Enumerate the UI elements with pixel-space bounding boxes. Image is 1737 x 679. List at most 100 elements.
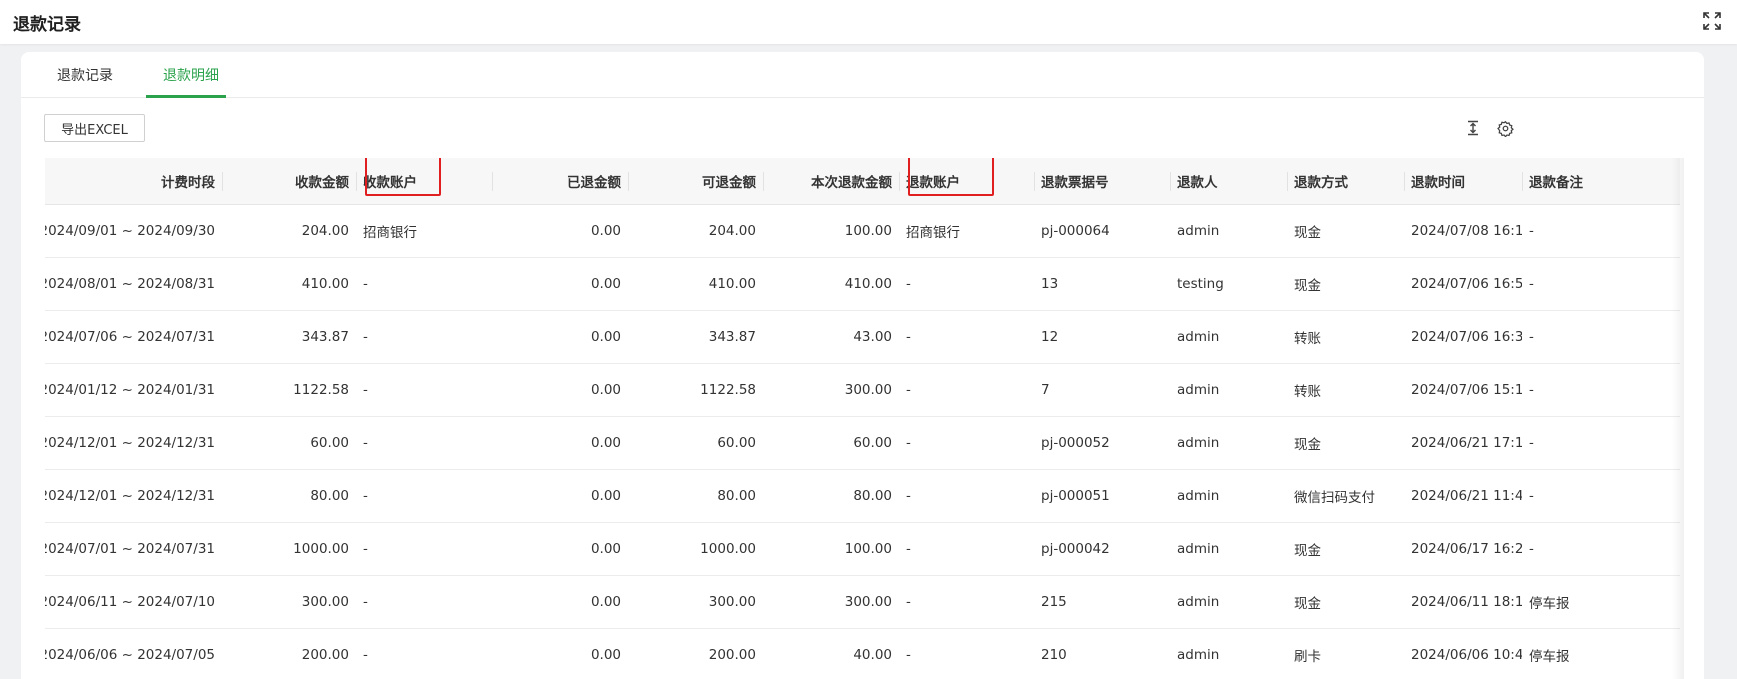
page-header: 退款记录 bbox=[0, 0, 1737, 44]
refunder-cell: admin bbox=[1177, 647, 1220, 663]
export-excel-button[interactable]: 导出EXCEL bbox=[44, 114, 145, 142]
refund-remark-cell: 停车报 bbox=[1529, 596, 1570, 612]
refundable-amount-cell: 204.00 bbox=[708, 223, 756, 239]
refund-remark-cell: - bbox=[1529, 382, 1534, 398]
refund-method-cell: 转账 bbox=[1294, 384, 1321, 400]
refund-remark-cell: - bbox=[1529, 223, 1534, 239]
received-amount-cell: 80.00 bbox=[310, 488, 349, 504]
refund-receipt-no-cell: pj-000052 bbox=[1041, 435, 1110, 451]
table-row[interactable]: 2024/12/01 ~ 2024/12/31 60.00-0.00 60.00 60… bbox=[45, 417, 1680, 470]
col-current-refund-header[interactable]: 本次退款金额 bbox=[763, 158, 899, 204]
table-row[interactable]: 2024/06/06 ~ 2024/07/05 200.00-0.00 200.00… bbox=[45, 629, 1680, 679]
table-row[interactable]: 2024/12/01 ~ 2024/12/31 80.00-0.00 80.00 80… bbox=[45, 470, 1680, 523]
billing-period-cell: 2024/01/12 ~ 2024/01/31 bbox=[45, 382, 215, 398]
table-row[interactable]: 2024/06/11 ~ 2024/07/10 300.00-0.00 300.00… bbox=[45, 576, 1680, 629]
refund-account-cell: - bbox=[906, 541, 911, 557]
refund-account-cell: - bbox=[906, 382, 911, 398]
tab-refund-records[interactable]: 退款记录 bbox=[57, 65, 113, 85]
refund-method-cell: 现金 bbox=[1294, 543, 1321, 559]
refund-method-cell: 转账 bbox=[1294, 331, 1321, 347]
refunded-amount-cell: 0.00 bbox=[590, 329, 621, 345]
col-refunder-header[interactable]: 退款人 bbox=[1170, 158, 1287, 204]
col-refund-time-header[interactable]: 退款时间 bbox=[1404, 158, 1522, 204]
col-receiving-account-header[interactable]: 收款账户 bbox=[356, 158, 492, 204]
refund-account-cell: - bbox=[906, 594, 911, 610]
refundable-amount-cell: 343.87 bbox=[708, 329, 756, 345]
refunded-amount-cell: 0.00 bbox=[590, 382, 621, 398]
tab-bar: 退款记录 退款明细 bbox=[21, 52, 1704, 98]
billing-period-cell: 2024/06/06 ~ 2024/07/05 bbox=[45, 647, 215, 663]
col-billing-period-header[interactable]: 计费时段 bbox=[45, 158, 222, 204]
refund-receipt-no-cell: pj-000051 bbox=[1041, 488, 1110, 504]
table-row[interactable]: 2024/07/01 ~ 2024/07/31 1000.00-0.00 1000.… bbox=[45, 523, 1680, 576]
table-row[interactable]: 2024/07/06 ~ 2024/07/31 343.87-0.00 343.87… bbox=[45, 311, 1680, 364]
refunder-cell: admin bbox=[1177, 435, 1220, 451]
table-row[interactable]: 2024/09/01 ~ 2024/09/30 204.00 招商银行 0.00 204… bbox=[45, 205, 1680, 258]
col-refunded-amount-header[interactable]: 已退金额 bbox=[492, 158, 628, 204]
col-refund-account-header[interactable]: 退款账户 bbox=[899, 158, 1034, 204]
refund-time-cell: 2024/07/08 16:19 bbox=[1411, 223, 1522, 239]
refund-remark-cell: 停车报 bbox=[1529, 649, 1570, 665]
refundable-amount-cell: 200.00 bbox=[708, 647, 756, 663]
fullscreen-icon[interactable] bbox=[1700, 9, 1724, 33]
gear-icon[interactable] bbox=[1495, 118, 1515, 138]
refund-remark-cell: - bbox=[1529, 488, 1534, 504]
received-amount-cell: 60.00 bbox=[310, 435, 349, 451]
billing-period-cell: 2024/06/11 ~ 2024/07/10 bbox=[45, 594, 215, 610]
refund-time-cell: 2024/07/06 16:32 bbox=[1411, 329, 1522, 345]
refund-receipt-no-cell: 215 bbox=[1041, 594, 1067, 610]
table-header-row: 计费时段 收款金额 收款账户 已退金额 可退金额 本次退款金额 退款账户 退款票据号 退款人 退款… bbox=[45, 158, 1680, 205]
refundable-amount-cell: 80.00 bbox=[717, 488, 756, 504]
refund-method-cell: 现金 bbox=[1294, 225, 1321, 241]
receiving-account-cell: - bbox=[363, 276, 368, 292]
refunded-amount-cell: 0.00 bbox=[590, 541, 621, 557]
refunder-cell: admin bbox=[1177, 594, 1220, 610]
refund-receipt-no-cell: pj-000042 bbox=[1041, 541, 1110, 557]
col-refund-receipt-no-header[interactable]: 退款票据号 bbox=[1034, 158, 1170, 204]
refunded-amount-cell: 0.00 bbox=[590, 223, 621, 239]
receiving-account-cell: 招商银行 bbox=[363, 225, 417, 241]
refunder-cell: testing bbox=[1177, 276, 1224, 292]
current-refund-cell: 100.00 bbox=[844, 223, 892, 239]
refund-receipt-no-cell: 12 bbox=[1041, 329, 1059, 345]
refunded-amount-cell: 0.00 bbox=[590, 276, 621, 292]
refund-remark-cell: - bbox=[1529, 435, 1534, 451]
refund-method-cell: 刷卡 bbox=[1294, 649, 1321, 665]
refund-time-cell: 2024/06/17 16:29 bbox=[1411, 541, 1522, 557]
current-refund-cell: 40.00 bbox=[853, 647, 892, 663]
table-row[interactable]: 2024/01/12 ~ 2024/01/31 1122.58-0.00 1122.… bbox=[45, 364, 1680, 417]
tab-refund-details[interactable]: 退款明细 bbox=[163, 65, 219, 85]
current-refund-cell: 300.00 bbox=[844, 382, 892, 398]
refund-time-cell: 2024/06/21 17:12 bbox=[1411, 435, 1522, 451]
refund-time-cell: 2024/06/21 11:48 bbox=[1411, 488, 1522, 504]
refund-time-cell: 2024/07/06 16:54 bbox=[1411, 276, 1522, 292]
refundable-amount-cell: 1122.58 bbox=[700, 382, 756, 398]
col-refund-method-header[interactable]: 退款方式 bbox=[1287, 158, 1404, 204]
refund-detail-table: 计费时段 收款金额 收款账户 已退金额 可退金额 本次退款金额 退款账户 退款票据号 退款人 退款… bbox=[45, 158, 1680, 679]
col-refundable-amount-header[interactable]: 可退金额 bbox=[628, 158, 763, 204]
received-amount-cell: 1000.00 bbox=[293, 541, 349, 557]
current-refund-cell: 43.00 bbox=[853, 329, 892, 345]
billing-period-cell: 2024/07/01 ~ 2024/07/31 bbox=[45, 541, 215, 557]
refunder-cell: admin bbox=[1177, 329, 1220, 345]
receiving-account-cell: - bbox=[363, 594, 368, 610]
current-refund-cell: 80.00 bbox=[853, 488, 892, 504]
refund-time-cell: 2024/07/06 15:12 bbox=[1411, 382, 1522, 398]
col-refund-remark-header[interactable]: 退款备注 bbox=[1522, 158, 1642, 204]
refund-receipt-no-cell: 13 bbox=[1041, 276, 1059, 292]
refund-account-cell: - bbox=[906, 435, 911, 451]
refund-method-cell: 现金 bbox=[1294, 278, 1321, 294]
billing-period-cell: 2024/08/01 ~ 2024/08/31 bbox=[45, 276, 215, 292]
page-title: 退款记录 bbox=[13, 15, 81, 35]
received-amount-cell: 343.87 bbox=[301, 329, 349, 345]
column-height-icon[interactable] bbox=[1463, 118, 1483, 138]
received-amount-cell: 300.00 bbox=[301, 594, 349, 610]
table-row[interactable]: 2024/08/01 ~ 2024/08/31 410.00-0.00 410.00… bbox=[45, 258, 1680, 311]
refund-time-cell: 2024/06/11 18:12 bbox=[1411, 594, 1522, 610]
col-received-amount-header[interactable]: 收款金额 bbox=[222, 158, 356, 204]
receiving-account-cell: - bbox=[363, 382, 368, 398]
refund-receipt-no-cell: 210 bbox=[1041, 647, 1067, 663]
billing-period-cell: 2024/07/06 ~ 2024/07/31 bbox=[45, 329, 215, 345]
received-amount-cell: 204.00 bbox=[301, 223, 349, 239]
refunder-cell: admin bbox=[1177, 382, 1220, 398]
